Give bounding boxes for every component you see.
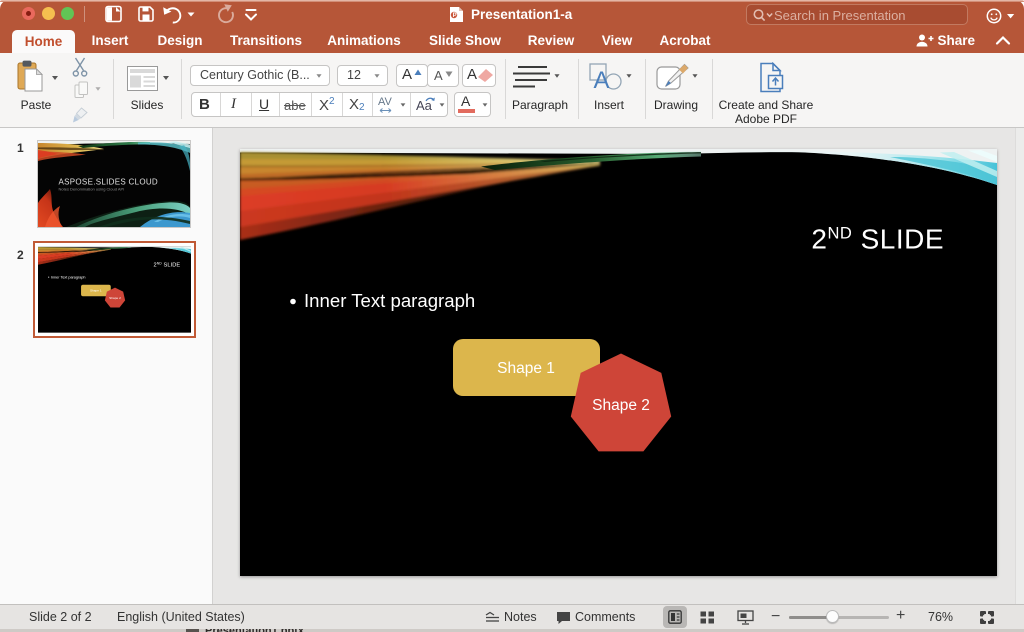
svg-text:Shape 1: Shape 1 (497, 360, 555, 377)
svg-text:Shape 2: Shape 2 (592, 397, 650, 414)
svg-text:Notes Denomination using Cloud: Notes Denomination using Cloud API (59, 187, 125, 192)
svg-text:ASPOSE.SLIDES CLOUD: ASPOSE.SLIDES CLOUD (59, 178, 159, 187)
svg-text:Inner Text paragraph: Inner Text paragraph (304, 290, 475, 311)
svg-text:A: A (594, 67, 610, 92)
svg-text:P: P (453, 13, 457, 19)
svg-text:AV: AV (378, 96, 393, 108)
